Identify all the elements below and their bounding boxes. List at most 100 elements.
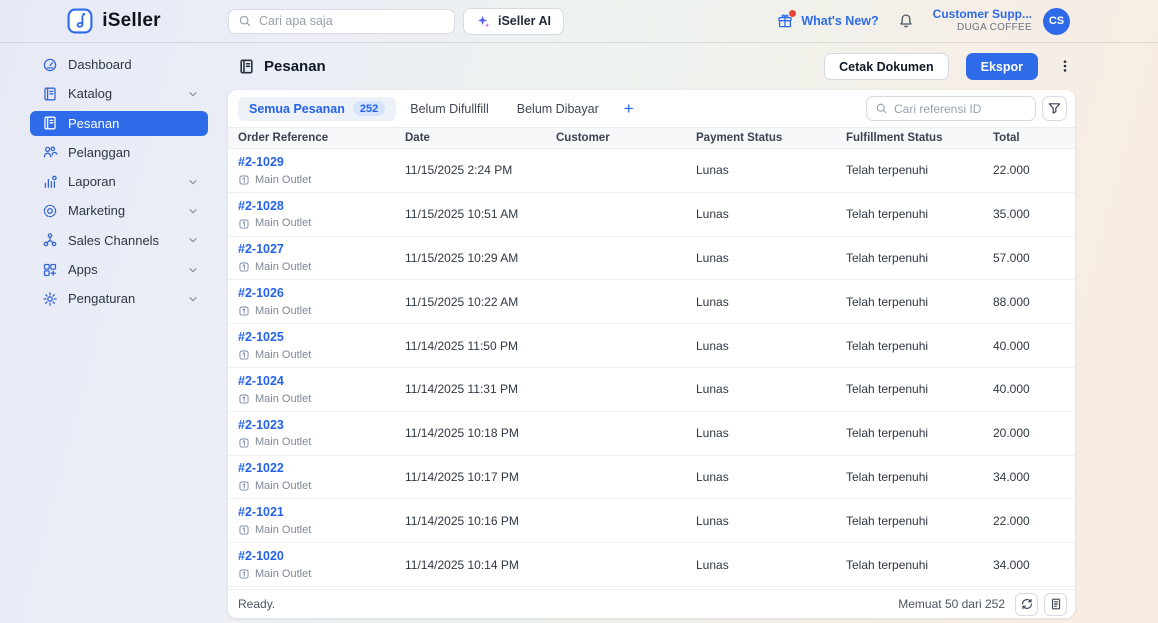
- sidebar-item-dashboard[interactable]: Dashboard: [30, 52, 208, 77]
- row-fulfillment-status: Telah terpenuhi: [846, 207, 929, 222]
- order-ref-link[interactable]: #2-1022: [238, 460, 284, 476]
- row-fulfillment-status: Telah terpenuhi: [846, 163, 929, 178]
- account-menu[interactable]: Customer Supp... DUGA COFFEE: [933, 7, 1032, 35]
- table-row[interactable]: #2-1020 Main Outlet 11/14/2025 10:14 PM …: [228, 543, 1075, 587]
- column-header-total: Total: [993, 132, 1020, 144]
- chevron-down-icon: [187, 88, 199, 100]
- outlet-icon: [238, 349, 250, 361]
- order-ref-link[interactable]: #2-1024: [238, 373, 284, 389]
- tab-semua-pesanan[interactable]: Semua Pesanan 252: [238, 96, 397, 121]
- order-ref-link[interactable]: #2-1021: [238, 504, 284, 520]
- row-fulfillment-status: Telah terpenuhi: [846, 338, 929, 353]
- account-name: Customer Supp...: [932, 7, 1032, 22]
- sidebar-item-apps[interactable]: Apps: [30, 257, 208, 282]
- row-payment-status: Lunas: [696, 250, 729, 265]
- sidebar-item-marketing[interactable]: Marketing: [30, 198, 208, 223]
- tab-count-badge: 252: [352, 101, 386, 116]
- pesanan-icon: [42, 115, 58, 131]
- iseller-ai-button[interactable]: iSeller AI: [463, 7, 565, 35]
- table-row[interactable]: #2-1025 Main Outlet 11/14/2025 11:50 PM …: [228, 324, 1075, 368]
- row-payment-status: Lunas: [696, 557, 729, 572]
- iseller-logo-icon: [67, 8, 93, 34]
- outlet-label: Main Outlet: [255, 392, 312, 405]
- brand-logo[interactable]: iSeller: [0, 8, 228, 34]
- status-text: Ready.: [238, 597, 276, 611]
- loaded-count: Memuat 50 dari 252: [898, 597, 1005, 611]
- tab-label: Belum Difullfill: [410, 101, 489, 116]
- order-ref-link[interactable]: #2-1023: [238, 417, 284, 433]
- row-payment-status: Lunas: [696, 382, 729, 397]
- sidebar-item-pesanan[interactable]: Pesanan: [30, 110, 208, 136]
- row-payment-status: Lunas: [696, 426, 729, 441]
- table-row[interactable]: #2-1022 Main Outlet 11/14/2025 10:17 PM …: [228, 456, 1075, 500]
- table-row[interactable]: #2-1027 Main Outlet 11/15/2025 10:29 AM …: [228, 237, 1075, 281]
- sidebar-item-katalog[interactable]: Katalog: [30, 81, 208, 106]
- sidebar-item-pelanggan[interactable]: Pelanggan: [30, 140, 208, 165]
- reference-search-input[interactable]: [894, 101, 1027, 116]
- row-date: 11/14/2025 10:18 PM: [405, 426, 519, 441]
- order-ref-link[interactable]: #2-1020: [238, 548, 284, 564]
- row-date: 11/15/2025 2:24 PM: [405, 163, 513, 178]
- row-fulfillment-status: Telah terpenuhi: [846, 294, 929, 309]
- notification-dot: [789, 10, 797, 17]
- order-ref-link[interactable]: #2-1029: [238, 154, 284, 170]
- sidebar-item-pengaturan[interactable]: Pengaturan: [30, 286, 208, 311]
- table-row[interactable]: #2-1028 Main Outlet 11/15/2025 10:51 AM …: [228, 193, 1075, 237]
- outlet-label: Main Outlet: [255, 436, 312, 449]
- row-total: 35.000: [993, 207, 1030, 222]
- row-date: 11/14/2025 10:14 PM: [405, 557, 519, 572]
- row-payment-status: Lunas: [696, 163, 729, 178]
- receipt-list-button[interactable]: [1044, 592, 1067, 616]
- marketing-icon: [42, 203, 58, 219]
- row-date: 11/14/2025 10:16 PM: [405, 513, 519, 528]
- whats-new-button[interactable]: What's New?: [777, 10, 879, 29]
- table-row[interactable]: #2-1024 Main Outlet 11/14/2025 11:31 PM …: [228, 368, 1075, 412]
- row-total: 40.000: [993, 338, 1030, 353]
- outlet-icon: [238, 568, 250, 580]
- table-row[interactable]: #2-1029 Main Outlet 11/15/2025 2:24 PM L…: [228, 149, 1075, 193]
- table-row[interactable]: #2-1026 Main Outlet 11/15/2025 10:22 AM …: [228, 280, 1075, 325]
- sparkle-icon: [476, 14, 491, 29]
- avatar[interactable]: CS: [1043, 7, 1070, 35]
- outlet-icon: [238, 218, 250, 230]
- page-title: Pesanan: [264, 58, 326, 75]
- add-tab-button[interactable]: +: [613, 99, 645, 119]
- global-search[interactable]: [228, 8, 455, 34]
- pengaturan-icon: [42, 291, 58, 307]
- apps-icon: [42, 262, 58, 278]
- table-row[interactable]: #2-1021 Main Outlet 11/14/2025 10:16 PM …: [228, 499, 1075, 544]
- row-fulfillment-status: Telah terpenuhi: [846, 382, 929, 397]
- refresh-button[interactable]: [1015, 592, 1038, 616]
- outlet-icon: [238, 393, 250, 405]
- tab-belum-difullfill[interactable]: Belum Difullfill: [396, 97, 503, 121]
- katalog-icon: [42, 86, 58, 102]
- sidebar-item-label: Pengaturan: [68, 291, 136, 307]
- row-total: 34.000: [993, 469, 1030, 484]
- global-search-input[interactable]: [259, 14, 445, 28]
- filter-button[interactable]: [1042, 96, 1067, 121]
- card-footer: Ready. Memuat 50 dari 252: [228, 589, 1075, 618]
- export-button[interactable]: Ekspor: [965, 53, 1038, 80]
- print-documents-button[interactable]: Cetak Dokumen: [824, 53, 949, 80]
- outlet-label: Main Outlet: [255, 480, 312, 493]
- reference-search[interactable]: [866, 96, 1036, 121]
- order-ref-link[interactable]: #2-1028: [238, 198, 284, 214]
- order-ref-link[interactable]: #2-1026: [238, 285, 284, 301]
- order-ref-link[interactable]: #2-1027: [238, 241, 284, 257]
- table-row[interactable]: #2-1023 Main Outlet 11/14/2025 10:18 PM …: [228, 412, 1075, 456]
- tab-belum-dibayar[interactable]: Belum Dibayar: [503, 97, 613, 121]
- row-date: 11/14/2025 11:50 PM: [405, 338, 518, 353]
- row-payment-status: Lunas: [696, 294, 729, 309]
- sidebar-item-laporan[interactable]: Laporan: [30, 169, 208, 194]
- main-content: Pesanan Cetak Dokumen Ekspor Semua Pesan…: [228, 43, 1158, 623]
- row-total: 20.000: [993, 426, 1030, 441]
- sidebar-item-sales-channels[interactable]: Sales Channels: [30, 228, 208, 253]
- gift-icon: [777, 10, 797, 29]
- kebab-menu-icon[interactable]: [1058, 58, 1075, 75]
- bell-icon[interactable]: [898, 13, 914, 29]
- chevron-down-icon: [187, 176, 199, 188]
- tab-label: Semua Pesanan: [249, 101, 345, 116]
- order-ref-link[interactable]: #2-1025: [238, 329, 284, 345]
- outlet-icon: [238, 480, 250, 492]
- row-fulfillment-status: Telah terpenuhi: [846, 513, 929, 528]
